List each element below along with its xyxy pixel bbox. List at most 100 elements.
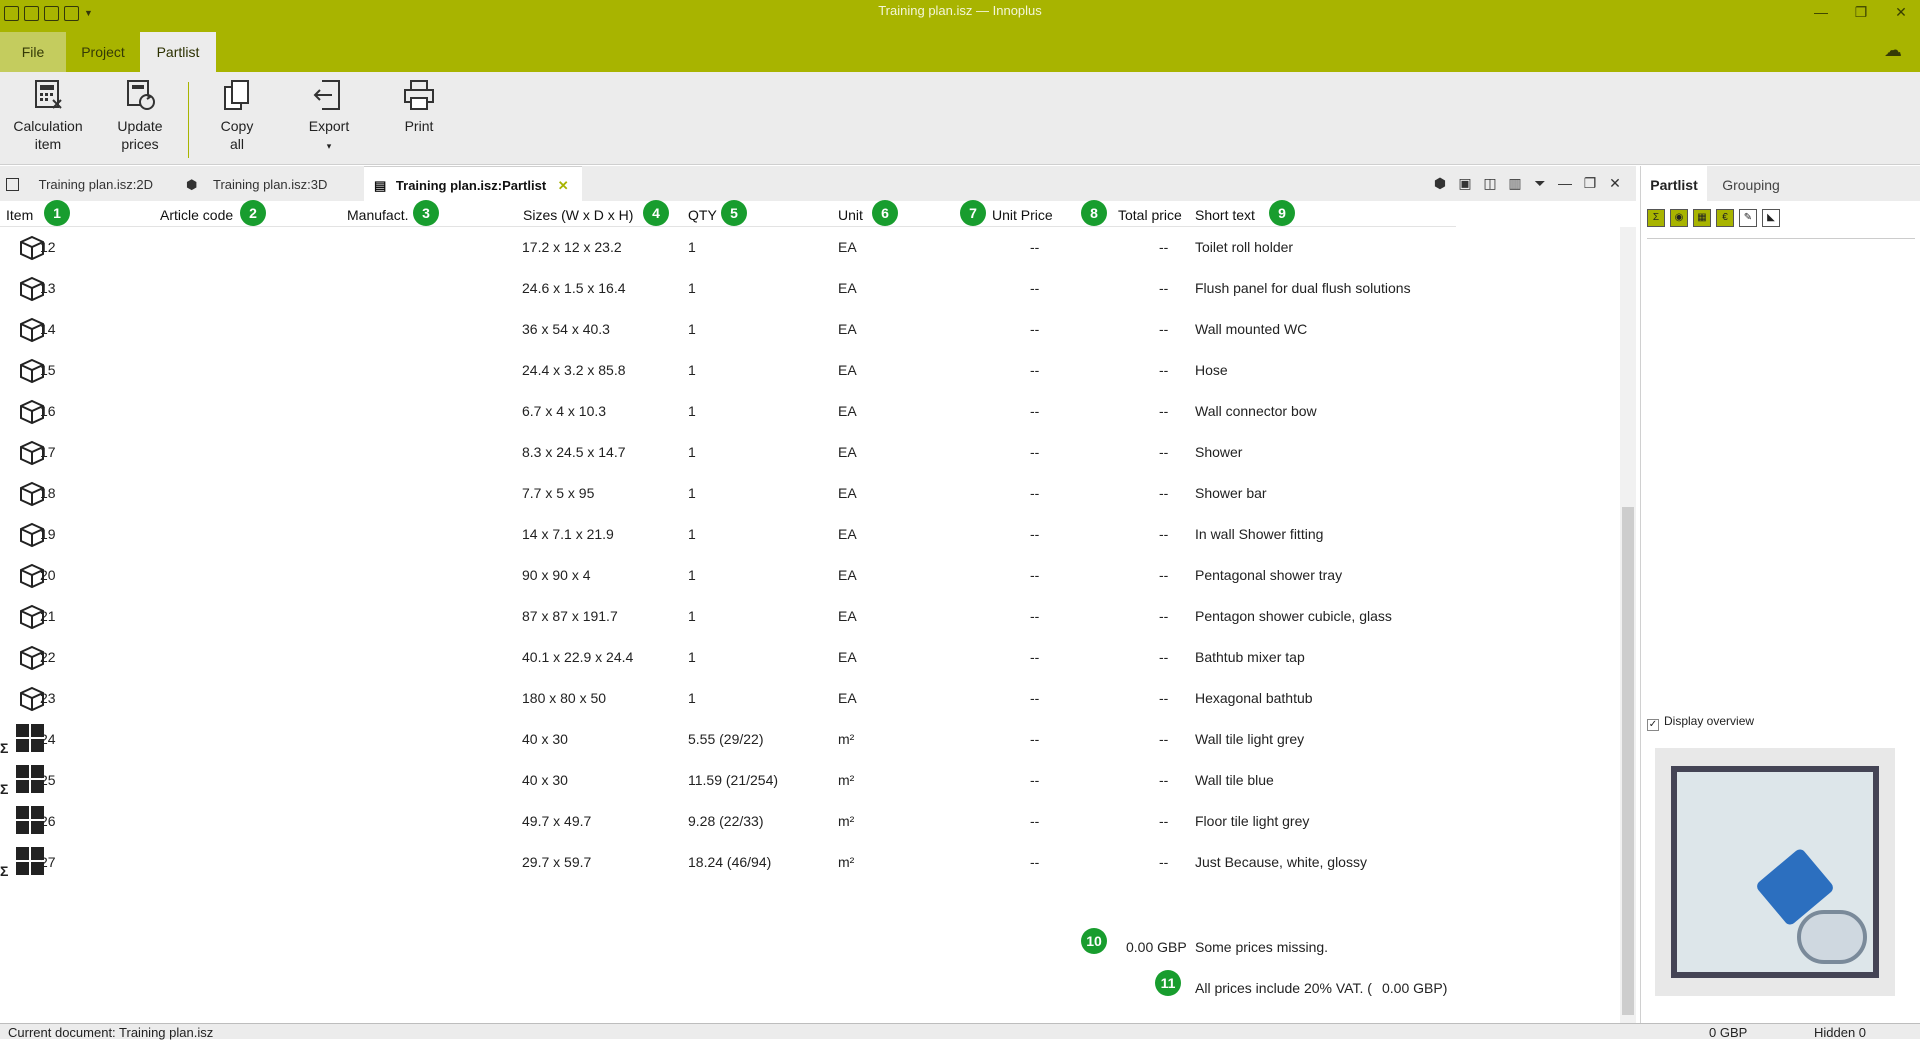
row-unit-price: -- xyxy=(1030,567,1040,583)
close-window-button[interactable]: ✕ xyxy=(1890,4,1912,21)
row-qty: 11.59 (21/254) xyxy=(688,772,779,788)
row-unit: EA xyxy=(838,362,857,378)
status-bar: Current document: Training plan.isz 0 GB… xyxy=(0,1023,1920,1040)
chevron-down-icon: ▾ xyxy=(326,141,332,151)
update-prices-button[interactable]: Update prices xyxy=(104,78,176,153)
table-row[interactable]: 21 87 x 87 x 191.7 1 EA -- -- Pentagon shower … xyxy=(0,596,1456,637)
table-row[interactable]: 18 7.7 x 5 x 95 1 EA -- -- Shower bar xyxy=(0,473,1456,514)
row-unit-price: -- xyxy=(1030,690,1040,706)
col-short-text[interactable]: Short text xyxy=(1195,207,1255,223)
table-row[interactable]: 17 8.3 x 24.5 x 14.7 1 EA -- -- Shower xyxy=(0,432,1456,473)
export-button[interactable]: Export ▾ xyxy=(296,78,362,155)
row-short-text: Wall connector bow xyxy=(1195,403,1317,419)
sum-group-icon[interactable]: Σ xyxy=(1647,209,1665,227)
table-row[interactable]: Σ 25 40 x 30 11.59 (21/254) m² -- -- Wall tile … xyxy=(0,760,1456,801)
table-row[interactable]: 12 17.2 x 12 x 23.2 1 EA -- -- Toilet roll hol… xyxy=(0,227,1456,268)
row-unit: EA xyxy=(838,321,857,337)
tab-file[interactable]: File xyxy=(0,32,66,72)
row-sizes: 90 x 90 x 4 xyxy=(522,567,591,583)
cloud-sync-icon[interactable]: ☁ xyxy=(1884,40,1912,60)
copy-all-button[interactable]: Copy all xyxy=(204,78,270,153)
missing-prices-note: Some prices missing. xyxy=(1195,939,1329,955)
printer-icon xyxy=(404,80,434,110)
scroll-thumb[interactable] xyxy=(1622,507,1634,1015)
table-row[interactable]: Σ 27 29.7 x 59.7 18.24 (46/94) m² -- -- Just Be… xyxy=(0,842,1456,883)
table-row[interactable]: Σ 24 40 x 30 5.55 (29/22) m² -- -- Wall tile li… xyxy=(0,719,1456,760)
row-short-text: Hexagonal bathtub xyxy=(1195,690,1313,706)
minimize-doc-icon[interactable]: — xyxy=(1556,175,1574,192)
row-sizes: 40 x 30 xyxy=(522,731,568,747)
tab-2d[interactable]: Training plan.isz:2D xyxy=(6,166,176,201)
table-row[interactable]: 13 24.6 x 1.5 x 16.4 1 EA -- -- Flush panel fo… xyxy=(0,268,1456,309)
row-item: 24 xyxy=(40,731,56,747)
close-tab-icon[interactable]: ✕ xyxy=(558,178,569,193)
ribbon-separator xyxy=(188,82,189,158)
3d-box-icon[interactable]: ⬢ xyxy=(1431,175,1449,192)
split-icon[interactable]: ◫ xyxy=(1481,175,1499,192)
columns-icon[interactable]: ▥ xyxy=(1506,175,1524,192)
annotation-badge: 2 xyxy=(240,200,266,226)
frame-icon[interactable]: ▣ xyxy=(1456,175,1474,192)
col-sizes[interactable]: Sizes (W x D x H) xyxy=(523,207,633,223)
table-row[interactable]: 22 40.1 x 22.9 x 24.4 1 EA -- -- Bathtub mixer… xyxy=(0,637,1456,678)
row-unit: EA xyxy=(838,280,857,296)
restore-button[interactable]: ❐ xyxy=(1850,4,1872,21)
col-manufacturer[interactable]: Manufact. xyxy=(347,207,408,223)
col-total-price[interactable]: Total price xyxy=(1118,207,1182,223)
ribbon-tabs: File Project Partlist ☁ xyxy=(0,32,1920,72)
row-total-price: -- xyxy=(1159,321,1169,337)
calculation-item-button[interactable]: Calculation item xyxy=(8,78,88,153)
tab-project[interactable]: Project xyxy=(66,32,140,72)
display-overview-checkbox[interactable]: ✓ Display overview xyxy=(1647,714,1754,731)
euro-icon[interactable]: € xyxy=(1716,209,1734,227)
side-tabs: Partlist Grouping xyxy=(1641,166,1920,201)
room-plan-image xyxy=(1671,766,1879,978)
row-sizes: 17.2 x 12 x 23.2 xyxy=(522,239,622,255)
table-row[interactable]: 15 24.4 x 3.2 x 85.8 1 EA -- -- Hose xyxy=(0,350,1456,391)
row-short-text: Wall mounted WC xyxy=(1195,321,1308,337)
tab-3d[interactable]: ⬢ Training plan.isz:3D xyxy=(186,166,366,201)
tab-partlist[interactable]: Partlist xyxy=(140,32,216,72)
collapse-icon[interactable]: ◣ xyxy=(1762,209,1780,227)
filter-icon[interactable]: ⏷ xyxy=(1531,175,1549,192)
table-row[interactable]: 20 90 x 90 x 4 1 EA -- -- Pentagonal shower tr… xyxy=(0,555,1456,596)
annotation-badge: 6 xyxy=(872,200,898,226)
table-row[interactable]: 19 14 x 7.1 x 21.9 1 EA -- -- In wall Shower f… xyxy=(0,514,1456,555)
col-qty[interactable]: QTY xyxy=(688,207,717,223)
col-unit-price[interactable]: Unit Price xyxy=(992,207,1053,223)
group-tiles-icon[interactable]: ▦ xyxy=(1693,209,1711,227)
row-short-text: Hose xyxy=(1195,362,1228,378)
visibility-icon[interactable]: ◉ xyxy=(1670,209,1688,227)
tab-partlist-doc[interactable]: ▤ Training plan.isz:Partlist ✕ xyxy=(364,166,582,201)
col-unit[interactable]: Unit xyxy=(838,207,863,223)
close-doc-icon[interactable]: ✕ xyxy=(1606,175,1624,192)
minimize-button[interactable]: — xyxy=(1810,4,1832,21)
overview-preview xyxy=(1655,748,1895,996)
table-row[interactable]: 26 49.7 x 49.7 9.28 (22/33) m² -- -- Floor til… xyxy=(0,801,1456,842)
col-article-code[interactable]: Article code xyxy=(160,207,233,223)
annotation-badge: 5 xyxy=(721,200,747,226)
row-total-price: -- xyxy=(1159,403,1169,419)
row-qty: 5.55 (29/22) xyxy=(688,731,764,747)
row-sizes: 40.1 x 22.9 x 24.4 xyxy=(522,649,634,665)
side-tab-grouping[interactable]: Grouping xyxy=(1711,166,1791,201)
document-tools: ⬢ ▣ ◫ ▥ ⏷ — ❐ ✕ xyxy=(1431,175,1624,192)
row-sizes: 180 x 80 x 50 xyxy=(522,690,607,706)
table-row[interactable]: 23 180 x 80 x 50 1 EA -- -- Hexagonal bathtub xyxy=(0,678,1456,719)
table-row[interactable]: 14 36 x 54 x 40.3 1 EA -- -- Wall mounted WC xyxy=(0,309,1456,350)
restore-doc-icon[interactable]: ❐ xyxy=(1581,175,1599,192)
vertical-scrollbar[interactable] xyxy=(1620,227,1636,1023)
col-item[interactable]: Item xyxy=(6,207,33,223)
edit-list-icon[interactable]: ✎ xyxy=(1739,209,1757,227)
row-short-text: In wall Shower fitting xyxy=(1195,526,1324,542)
row-total-price: -- xyxy=(1159,444,1169,460)
print-button[interactable]: Print xyxy=(386,78,452,135)
side-tab-partlist[interactable]: Partlist xyxy=(1641,166,1707,201)
table-row[interactable]: 16 6.7 x 4 x 10.3 1 EA -- -- Wall connector bo… xyxy=(0,391,1456,432)
vat-amount: 0.00 GBP) xyxy=(1382,980,1448,996)
divider xyxy=(1647,238,1915,239)
row-total-price: -- xyxy=(1159,362,1169,378)
row-short-text: Shower bar xyxy=(1195,485,1267,501)
row-unit: EA xyxy=(838,403,857,419)
hidden-status: Hidden 0 xyxy=(1814,1025,1867,1040)
